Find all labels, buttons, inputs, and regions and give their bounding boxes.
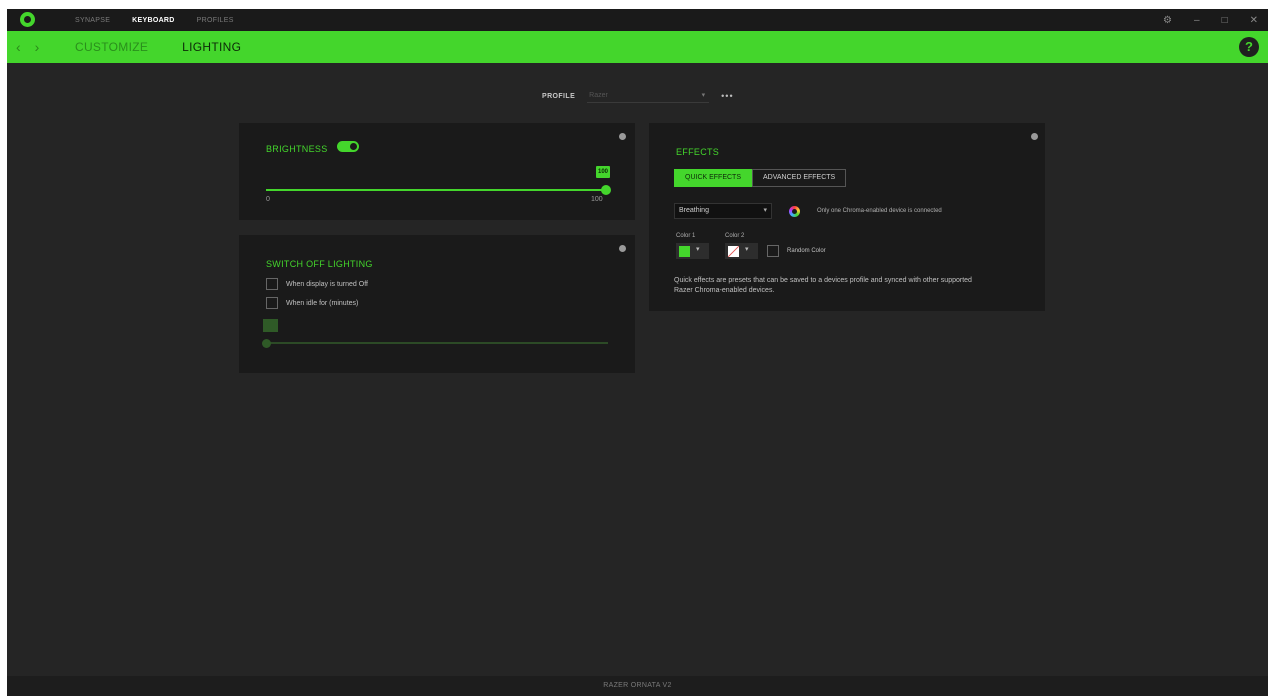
chevron-down-icon: ▾ [763,207,767,214]
info-icon[interactable] [1031,133,1038,140]
profile-value: Razer [589,92,608,99]
history-nav: ‹ › [16,31,39,63]
chevron-down-icon: ▾ [745,246,749,253]
help-icon[interactable]: ? [1239,37,1259,57]
nav-profiles[interactable]: PROFILES [197,17,234,24]
profile-row: PROFILE Razer ▾ ••• [542,89,734,103]
chroma-icon [789,206,800,217]
tab-quick-effects[interactable]: QUICK EFFECTS [674,169,753,187]
tab-lighting[interactable]: LIGHTING [182,40,241,54]
back-arrow-icon[interactable]: ‹ [16,39,21,55]
brightness-toggle[interactable] [337,141,359,152]
forward-arrow-icon[interactable]: › [35,39,40,55]
profile-dropdown[interactable]: Razer ▾ [587,89,710,103]
profile-label: PROFILE [542,92,576,100]
window-controls: ⚙ – □ ✕ [1163,9,1258,31]
switch-off-panel: SWITCH OFF LIGHTING When display is turn… [239,235,635,373]
sub-header: ‹ › CUSTOMIZE LIGHTING ? [7,31,1268,63]
color2-swatch [728,246,739,257]
color2-label: Color 2 [725,233,745,239]
display-off-checkbox[interactable] [266,278,278,290]
info-icon[interactable] [619,133,626,140]
nav-synapse[interactable]: SYNAPSE [75,17,110,24]
effects-type-tabs: QUICK EFFECTS ADVANCED EFFECTS [674,169,847,187]
chroma-note: Only one Chroma-enabled device is connec… [817,208,942,214]
color1-swatch [679,246,690,257]
brightness-slider-fill [266,189,606,191]
chevron-down-icon: ▾ [696,246,700,253]
idle-value-badge [263,319,278,332]
nav-keyboard[interactable]: KEYBOARD [132,17,174,24]
maximize-icon[interactable]: □ [1222,15,1228,26]
effects-title: EFFECTS [676,147,720,157]
idle-label: When idle for (minutes) [286,299,359,307]
minimize-icon[interactable]: – [1194,15,1200,26]
effect-dropdown[interactable]: Breathing ▾ [674,203,772,219]
razer-logo-icon [20,12,35,27]
close-icon[interactable]: ✕ [1250,15,1258,26]
random-color-checkbox[interactable] [767,245,779,257]
brightness-value-badge: 100 [596,166,611,178]
random-color-option[interactable]: Random Color [767,245,826,257]
info-icon[interactable] [619,245,626,252]
top-nav: SYNAPSE KEYBOARD PROFILES [75,9,234,31]
switch-off-title: SWITCH OFF LIGHTING [266,259,373,269]
tab-advanced-effects[interactable]: ADVANCED EFFECTS [752,169,847,187]
brightness-panel: BRIGHTNESS 100 0 100 [239,123,635,220]
effect-value: Breathing [679,207,709,214]
brightness-title: BRIGHTNESS [266,144,328,154]
more-options-icon[interactable]: ••• [721,91,733,101]
brightness-min-label: 0 [266,196,270,203]
title-bar: SYNAPSE KEYBOARD PROFILES ⚙ – □ ✕ [7,9,1268,31]
display-off-option[interactable]: When display is turned Off [266,278,368,290]
brightness-slider-handle[interactable] [601,185,611,195]
color1-label: Color 1 [676,233,696,239]
color1-picker[interactable]: ▾ [676,243,709,259]
effects-description: Quick effects are presets that can be sa… [674,277,972,294]
brightness-max-label: 100 [591,196,603,203]
brightness-slider[interactable] [266,185,611,195]
chevron-down-icon: ▾ [701,92,706,99]
display-off-label: When display is turned Off [286,280,368,288]
device-footer: RAZER ORNATA V2 [7,676,1268,696]
idle-slider[interactable] [261,339,608,348]
effects-panel: EFFECTS QUICK EFFECTS ADVANCED EFFECTS B… [649,123,1045,311]
tab-customize[interactable]: CUSTOMIZE [75,40,148,54]
sub-tabs: CUSTOMIZE LIGHTING [75,31,241,63]
idle-checkbox[interactable] [266,297,278,309]
idle-option[interactable]: When idle for (minutes) [266,297,358,309]
random-color-label: Random Color [787,248,826,254]
color2-picker[interactable]: ▾ [725,243,758,259]
app-window: SYNAPSE KEYBOARD PROFILES ⚙ – □ ✕ ‹ › CU… [7,9,1268,696]
toggle-knob [350,143,357,150]
settings-icon[interactable]: ⚙ [1163,15,1172,26]
idle-slider-handle[interactable] [261,339,271,348]
